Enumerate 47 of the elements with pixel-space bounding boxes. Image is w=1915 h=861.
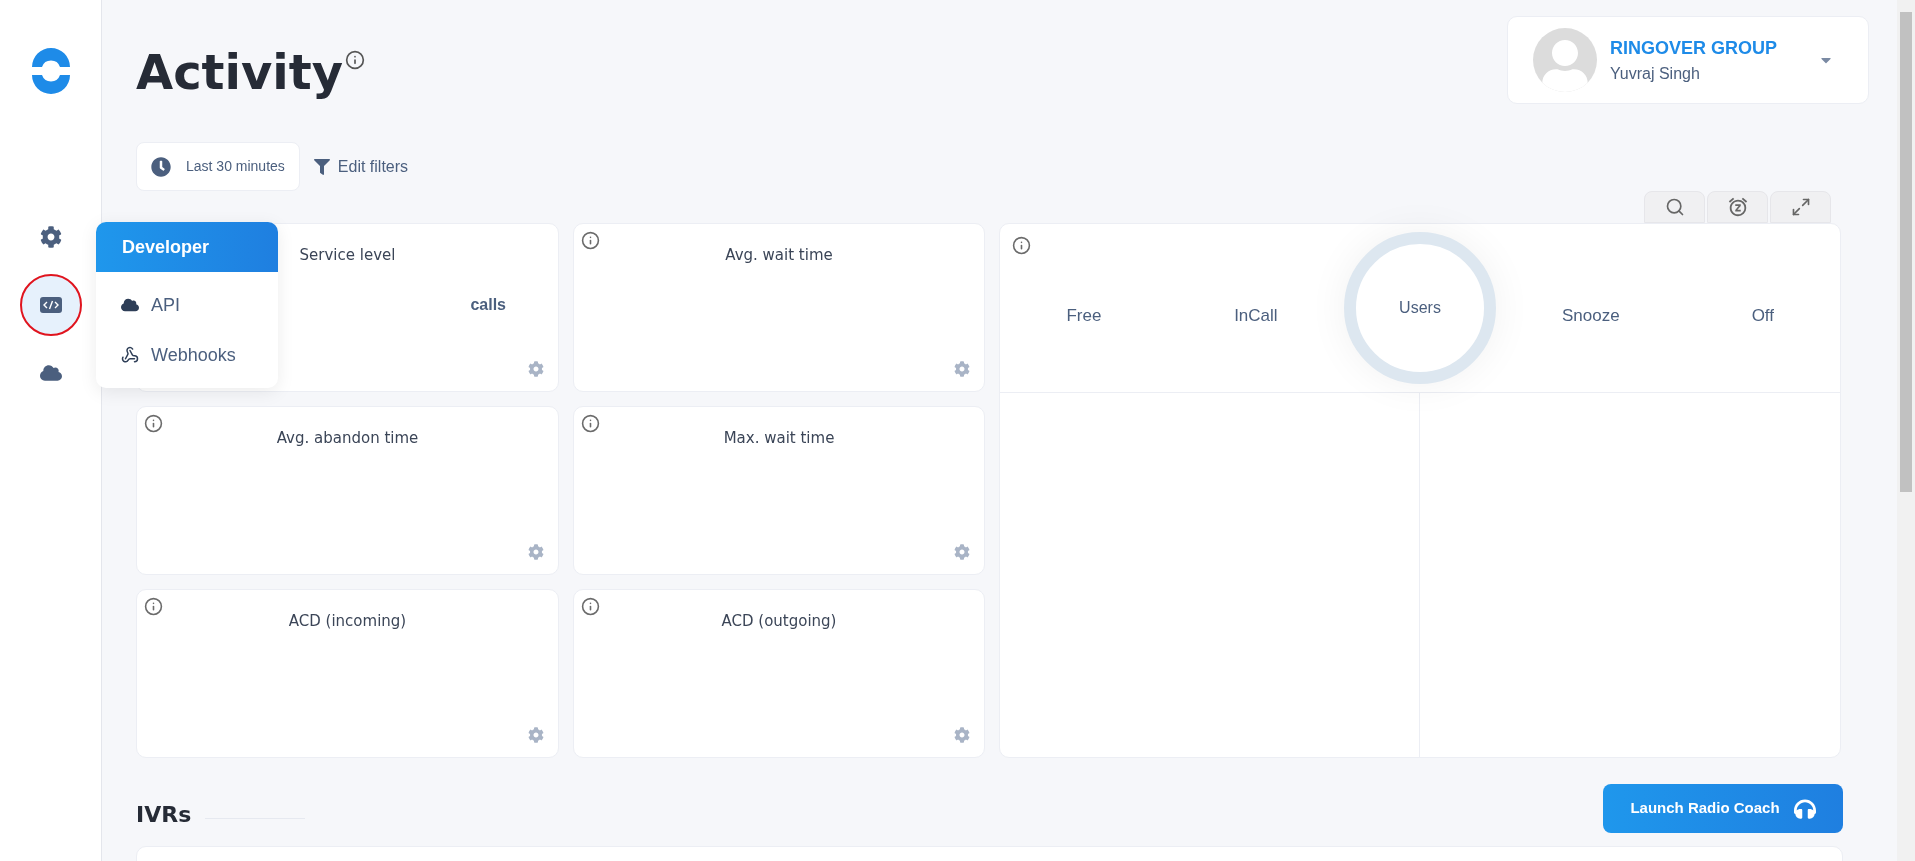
user-name: Yuvraj Singh bbox=[1610, 63, 1700, 84]
card-title: ACD (incoming) bbox=[288, 611, 407, 632]
clock-icon bbox=[151, 156, 171, 177]
expand-button[interactable] bbox=[1770, 191, 1831, 223]
snooze-alarm-icon bbox=[1726, 196, 1749, 218]
info-icon[interactable] bbox=[581, 597, 600, 616]
person-silhouette-icon bbox=[1542, 40, 1588, 92]
card-title: ACD (outgoing) bbox=[721, 611, 837, 632]
page-title: Activity bbox=[136, 44, 343, 100]
code-icon bbox=[39, 297, 62, 313]
settings-icon bbox=[39, 226, 62, 248]
card-title: Avg. abandon time bbox=[276, 428, 419, 449]
search-icon bbox=[1664, 197, 1685, 217]
info-icon[interactable] bbox=[581, 231, 600, 250]
info-icon[interactable] bbox=[345, 50, 365, 70]
profile-card[interactable]: RINGOVER GROUP Yuvraj Singh bbox=[1507, 16, 1869, 104]
webhook-icon bbox=[121, 346, 139, 364]
info-icon[interactable] bbox=[144, 414, 163, 433]
users-label: Users bbox=[1399, 298, 1441, 318]
cloud-icon bbox=[121, 296, 139, 314]
menu-title: Developer bbox=[122, 235, 210, 259]
status-label: Off bbox=[1751, 305, 1774, 328]
search-button[interactable] bbox=[1644, 191, 1705, 223]
headphones-icon bbox=[1793, 797, 1816, 820]
card-value: calls bbox=[470, 294, 506, 315]
section-title: IVRs bbox=[136, 801, 192, 829]
scrollbar[interactable] bbox=[1897, 0, 1915, 861]
card-title: Max. wait time bbox=[723, 428, 835, 449]
info-icon[interactable] bbox=[144, 597, 163, 616]
launch-radio-coach-button[interactable]: Launch Radio Coach bbox=[1603, 784, 1843, 833]
company-name: RINGOVER GROUP bbox=[1610, 36, 1778, 60]
filter-icon bbox=[313, 158, 330, 175]
scrollbar-thumb[interactable] bbox=[1900, 12, 1912, 492]
info-icon[interactable] bbox=[581, 414, 600, 433]
menu-item[interactable]: API bbox=[96, 280, 278, 330]
expand-icon bbox=[1790, 197, 1811, 217]
time-range-button[interactable]: Last 30 minutes bbox=[136, 142, 300, 191]
edit-filters-button[interactable]: Edit filters bbox=[313, 154, 409, 179]
card-title: Avg. wait time bbox=[725, 245, 833, 266]
cloud-icon bbox=[39, 362, 62, 384]
status-label: InCall bbox=[1234, 305, 1278, 328]
info-icon[interactable] bbox=[1012, 236, 1031, 255]
card-title: Service level bbox=[299, 245, 396, 266]
menu-item[interactable]: Webhooks bbox=[96, 330, 278, 380]
status-label: Snooze bbox=[1562, 305, 1620, 328]
snooze-button[interactable] bbox=[1707, 191, 1768, 223]
status-label: Free bbox=[1066, 305, 1102, 328]
